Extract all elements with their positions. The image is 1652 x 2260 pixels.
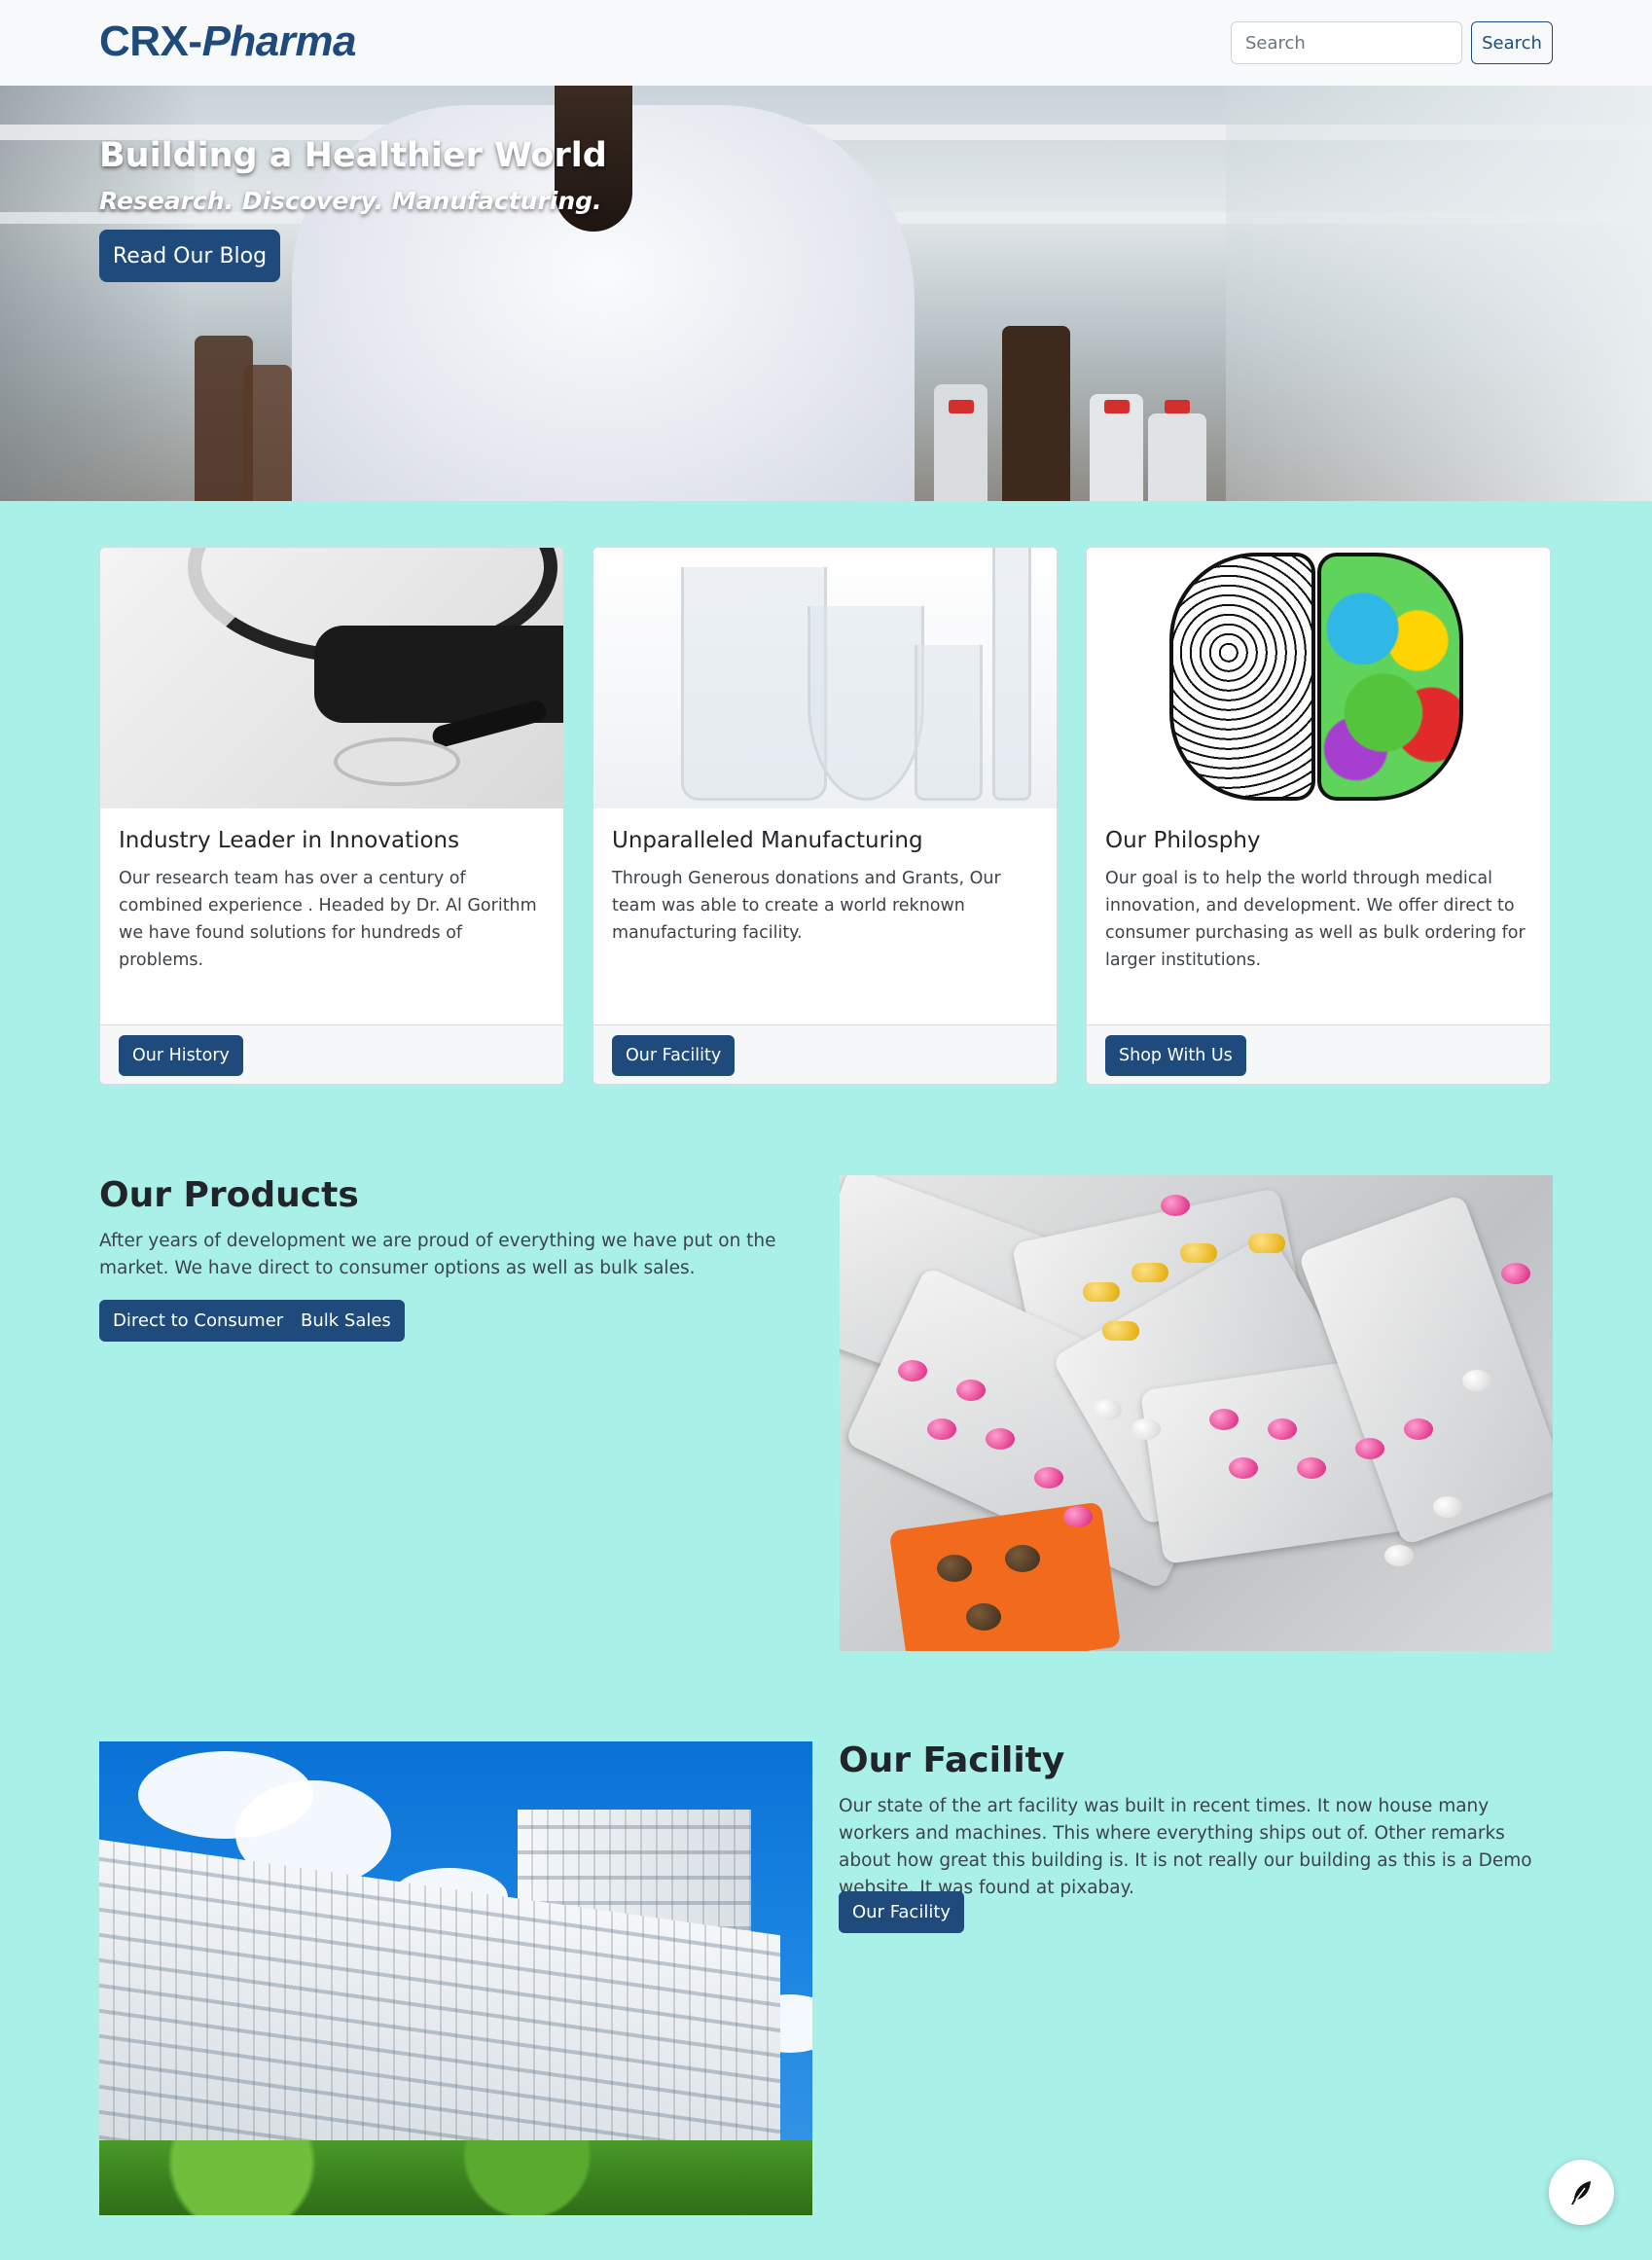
brand-logo[interactable]: CRX-Pharma (99, 18, 356, 66)
brand-part2: Pharma (201, 18, 357, 65)
lab-glassware-image (593, 548, 1057, 808)
card-text: Our goal is to help the world through me… (1105, 869, 1526, 970)
card-footer: Our History (100, 1024, 563, 1084)
our-facility-card-button[interactable]: Our Facility (612, 1035, 736, 1076)
navbar: CRX-Pharma Search (0, 0, 1652, 86)
facility-building-image (99, 1741, 812, 2215)
read-blog-button[interactable]: Read Our Blog (99, 230, 280, 282)
card-title: Industry Leader in Innovations (119, 828, 460, 853)
card-title: Our Philosphy (1105, 828, 1261, 853)
card-philosophy: Our Philosphy Our goal is to help the wo… (1086, 547, 1551, 1085)
our-history-button[interactable]: Our History (119, 1035, 243, 1076)
facility-title: Our Facility (839, 1740, 1065, 1780)
facility-text: Our state of the art facility was built … (839, 1796, 1532, 1898)
products-text: After years of development we are proud … (99, 1231, 776, 1278)
direct-to-consumer-button[interactable]: Direct to Consumer (99, 1300, 298, 1342)
floating-action-button[interactable] (1549, 2160, 1614, 2225)
hero-subtitle: Research. Discovery. Manufacturing. (99, 187, 602, 215)
pill-blister-packs-image (840, 1175, 1553, 1651)
hero-title: Building a Healthier World (99, 136, 607, 175)
brain-art-image (1087, 548, 1550, 808)
card-manufacturing: Unparalleled Manufacturing Through Gener… (593, 547, 1058, 1085)
bulk-sales-button[interactable]: Bulk Sales (287, 1300, 405, 1342)
stethoscope-image (100, 548, 563, 808)
card-footer: Shop With Us (1087, 1024, 1550, 1084)
card-footer: Our Facility (593, 1024, 1057, 1084)
our-facility-button[interactable]: Our Facility (839, 1891, 965, 1933)
card-title: Unparalleled Manufacturing (612, 828, 923, 853)
search-input[interactable] (1231, 21, 1462, 64)
shop-with-us-button[interactable]: Shop With Us (1105, 1035, 1246, 1076)
products-title: Our Products (99, 1175, 359, 1215)
card-innovations: Industry Leader in Innovations Our resea… (99, 547, 564, 1085)
search-button[interactable]: Search (1471, 21, 1553, 64)
feather-icon (1570, 2180, 1591, 2205)
card-text: Through Generous donations and Grants, O… (612, 869, 1001, 943)
card-text: Our research team has over a century of … (119, 869, 537, 970)
brand-part1: CRX- (99, 18, 202, 65)
